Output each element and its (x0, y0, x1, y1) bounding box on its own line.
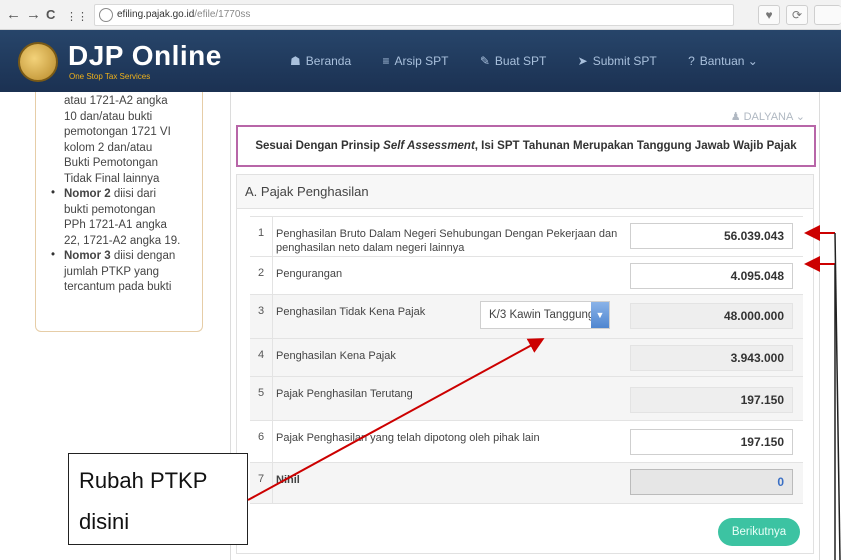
ptkp-value: 48.000.000 (630, 303, 793, 329)
browser-toolbar: ← → C ⋮⋮ efiling.pajak.go.id/efile/1770s… (0, 0, 841, 30)
callout-line-2: disini (79, 509, 130, 534)
address-bar[interactable]: efiling.pajak.go.id/efile/1770ss (94, 4, 734, 26)
chevron-down-icon[interactable]: ▼ (591, 302, 609, 328)
home-icon: ☗ (290, 54, 301, 68)
site-info-icon[interactable] (99, 8, 113, 22)
help-sidebar: atau 1721-A2 angka 10 dan/atau bukti pem… (35, 92, 203, 332)
nav-beranda[interactable]: ☗ Beranda (290, 54, 351, 68)
annotation-callout: Rubah PTKP disini (68, 453, 248, 545)
list-icon: ≡ (382, 54, 390, 68)
extension-partial-icon[interactable] (814, 5, 841, 25)
send-icon: ➤ (577, 54, 588, 68)
bracket-line-outer (834, 232, 841, 560)
extension-refresh-icon[interactable]: ⟳ (786, 5, 808, 25)
nihil-value: 0 (630, 469, 793, 495)
table-row: 5 Pajak Penghasilan Terutang 197.150 (250, 376, 803, 420)
bullet-icon: • (51, 249, 56, 261)
forward-icon[interactable]: → (26, 6, 41, 24)
table-row: 7 Nihil 0 (250, 462, 803, 504)
brand-tagline: One Stop Tax Services (69, 72, 151, 81)
top-nav: ☗ Beranda ≡ Arsip SPT ✎ Buat SPT ➤ Submit SP… (290, 54, 786, 68)
table-row: 2 Pengurangan 4.095.048 (250, 256, 803, 294)
row-label: Penghasilan Tidak Kena Pajak (276, 306, 426, 318)
djp-logo-icon[interactable] (18, 42, 58, 82)
extension-heart-icon[interactable]: ♥ (758, 5, 780, 25)
table-row: 6 Pajak Penghasilan yang telah dipotong … (250, 420, 803, 462)
back-icon[interactable]: ← (6, 6, 21, 24)
self-assessment-notice: Sesuai Dengan Prinsip Self Assessment, I… (236, 125, 816, 167)
next-button[interactable]: Berikutnya (718, 518, 800, 546)
bruto-input[interactable]: 56.039.043 (630, 223, 793, 249)
row-label: Pajak Penghasilan yang telah dipotong ol… (276, 432, 540, 444)
pph-dipotong-input[interactable]: 197.150 (630, 429, 793, 455)
nav-buat-spt[interactable]: ✎ Buat SPT (480, 54, 546, 68)
help-icon: ? (688, 54, 695, 68)
table-row: 3 Penghasilan Tidak Kena Pajak K/3 Kawin… (250, 294, 803, 338)
apps-icon[interactable]: ⋮⋮ (66, 8, 88, 26)
reload-icon[interactable]: C (46, 6, 55, 24)
url-text: efiling.pajak.go.id/efile/1770ss (117, 9, 251, 20)
table-row: 4 Penghasilan Kena Pajak 3.943.000 (250, 338, 803, 376)
nav-arsip-spt[interactable]: ≡ Arsip SPT (382, 54, 448, 68)
app-header: DJP Online One Stop Tax Services ☗ Berand… (0, 30, 841, 92)
nav-bantuan[interactable]: ? Bantuan ⌄ (688, 54, 758, 68)
table-row: 1 Penghasilan Bruto Dalam Negeri Sehubun… (250, 216, 803, 256)
row-label: Penghasilan Kena Pajak (276, 350, 396, 362)
row-label: Nihil (276, 474, 300, 486)
section-title: A. Pajak Penghasilan (237, 175, 813, 209)
help-text: atau 1721-A2 angka 10 dan/atau bukti pem… (64, 95, 181, 293)
pph-terutang-value: 197.150 (630, 387, 793, 413)
pengurangan-input[interactable]: 4.095.048 (630, 263, 793, 289)
bullet-icon: • (51, 187, 56, 199)
pkp-value: 3.943.000 (630, 345, 793, 371)
ptkp-select[interactable]: K/3 Kawin Tanggungan 3 ▼ (480, 301, 610, 329)
callout-line-1: Rubah PTKP (79, 468, 208, 493)
row-label: Pengurangan (276, 268, 343, 280)
row-label: Penghasilan Bruto Dalam Negeri Sehubunga… (276, 228, 618, 254)
row-label: Pajak Penghasilan Terutang (276, 388, 413, 400)
edit-icon: ✎ (479, 54, 490, 68)
nav-submit-spt[interactable]: ➤ Submit SPT (578, 54, 657, 68)
user-menu[interactable]: ♟ DALYANA ⌄ (731, 110, 805, 123)
brand-title[interactable]: DJP Online (68, 40, 222, 72)
